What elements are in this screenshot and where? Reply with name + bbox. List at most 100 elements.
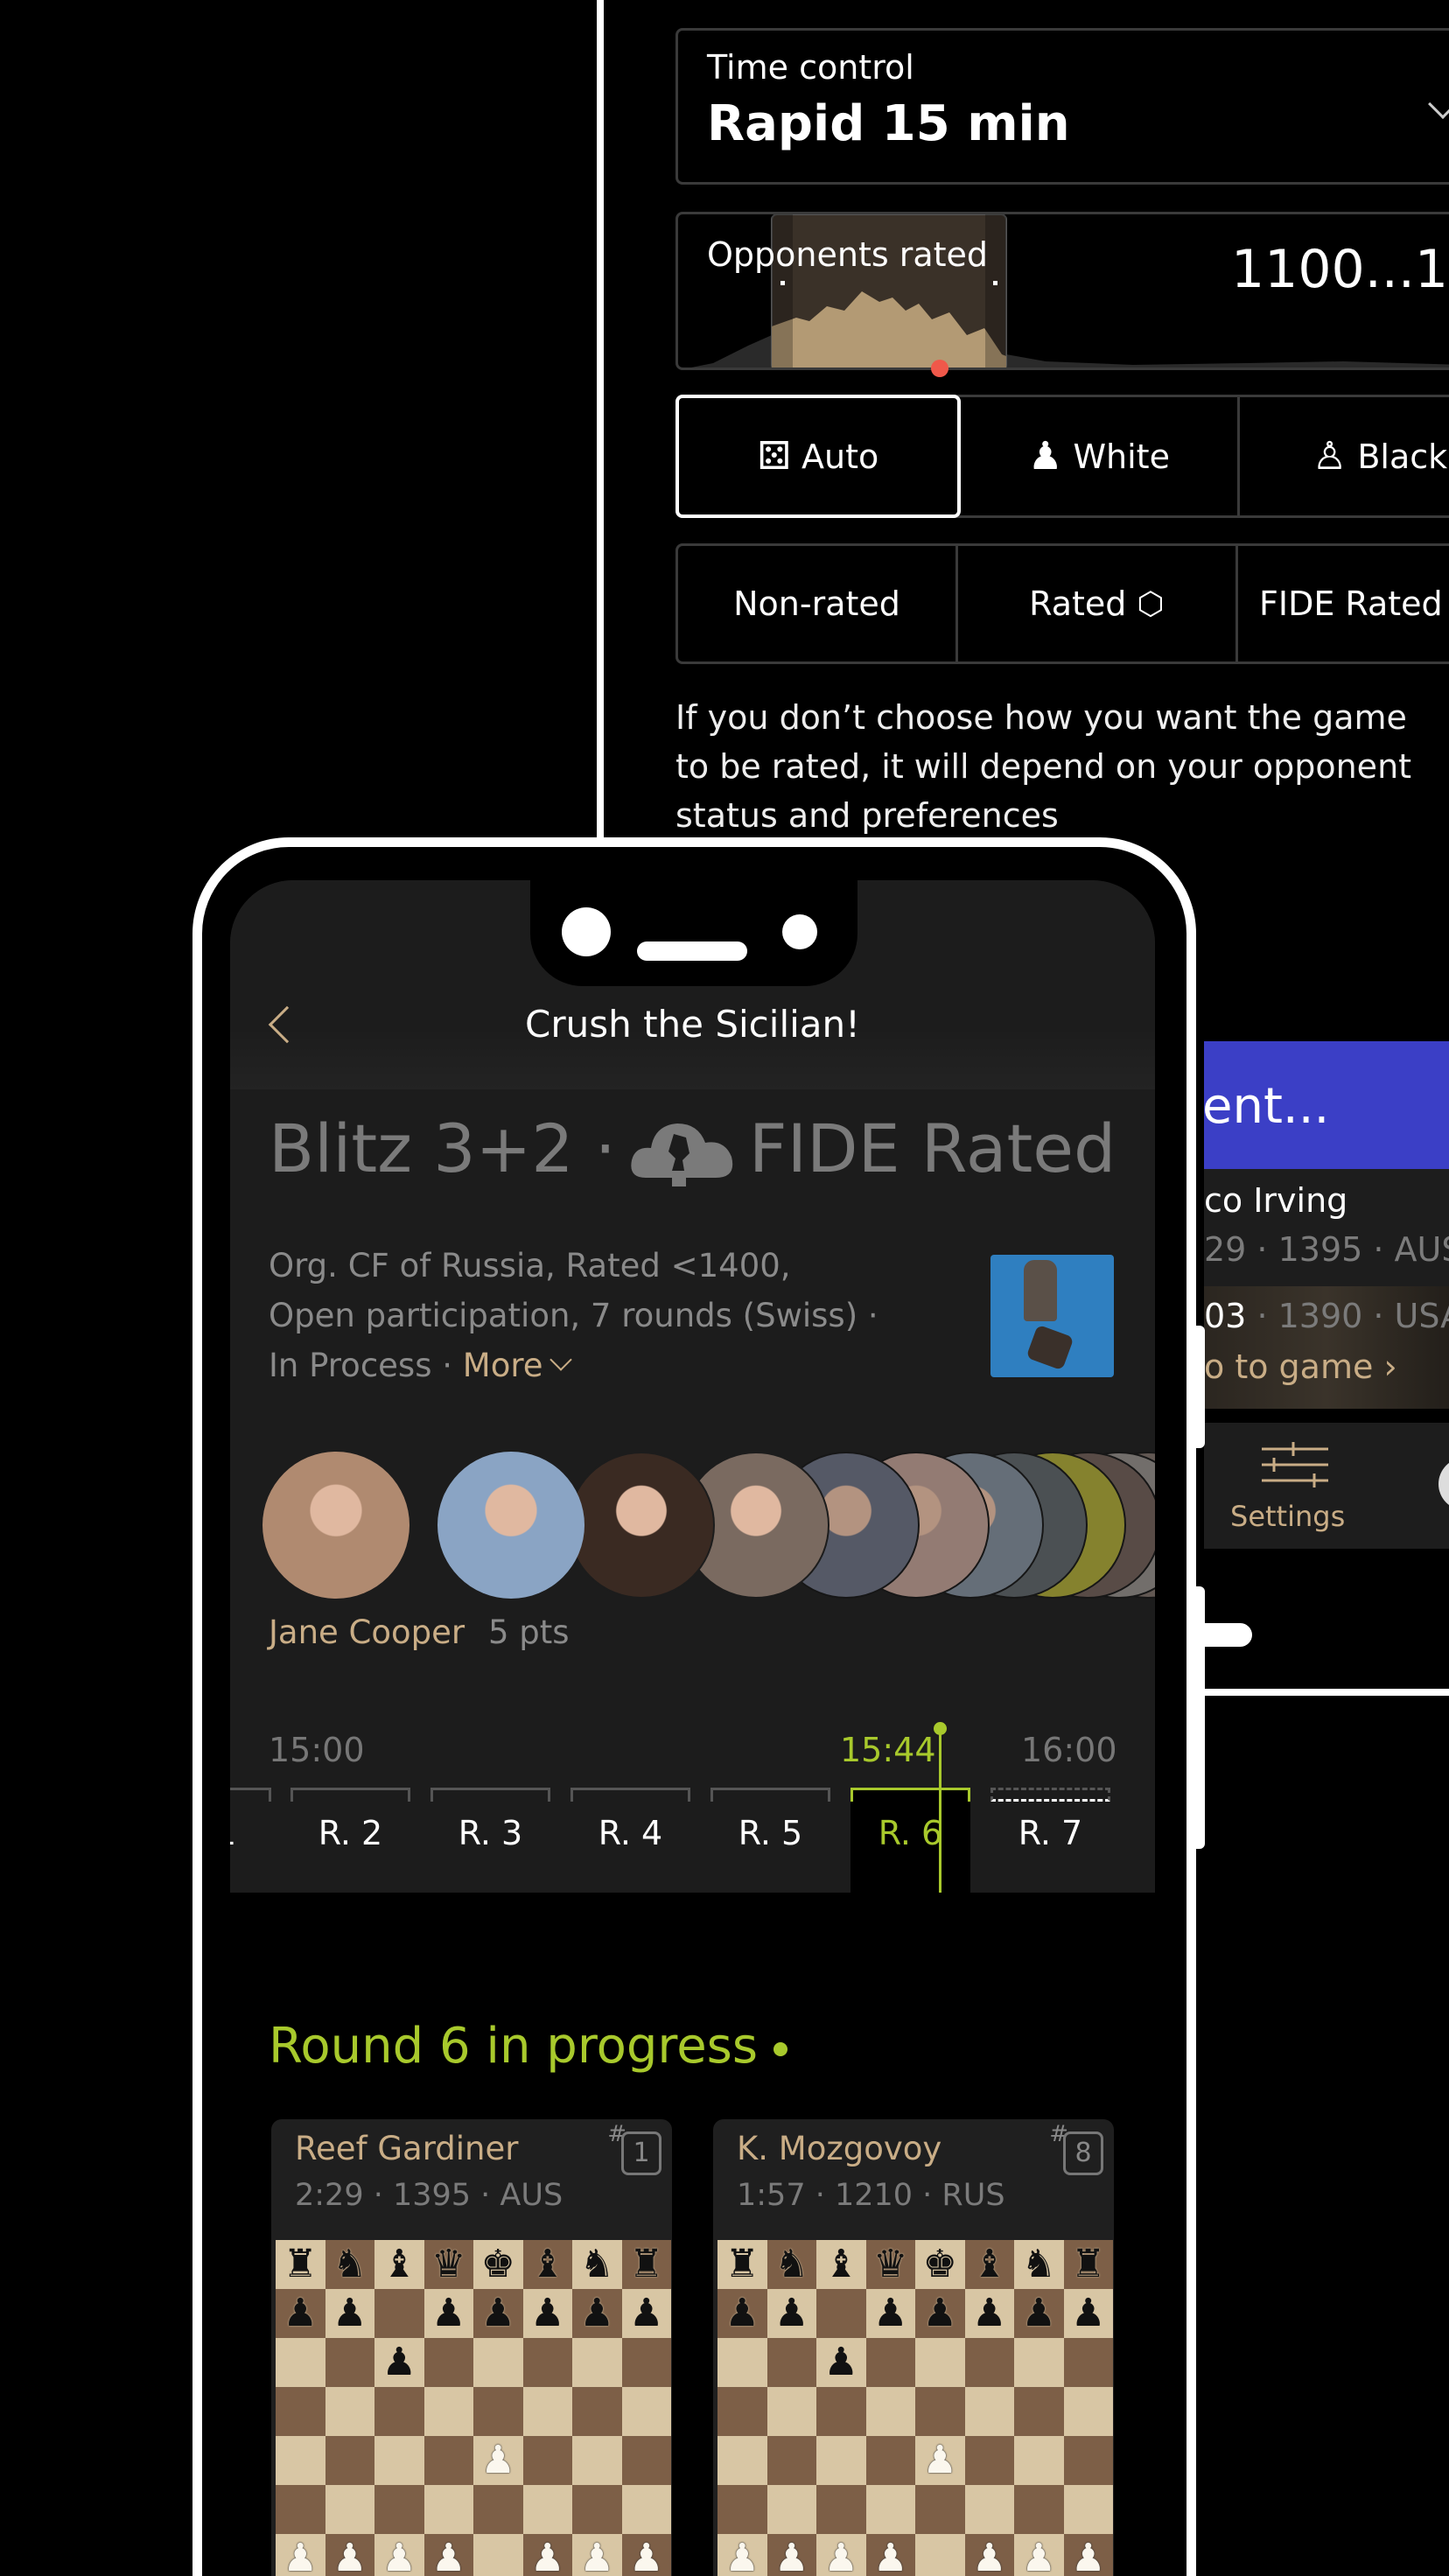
- board-square[interactable]: [572, 2485, 622, 2534]
- board-square[interactable]: ♟: [374, 2338, 424, 2387]
- more-link[interactable]: More: [463, 1347, 573, 1384]
- board-square[interactable]: [816, 2289, 866, 2338]
- board-square[interactable]: [374, 2485, 424, 2534]
- rating-option-rated[interactable]: Rated ⬡: [958, 546, 1238, 662]
- board-square[interactable]: ♛: [865, 2240, 915, 2289]
- board-square[interactable]: ♟: [915, 2289, 965, 2338]
- board-square[interactable]: ♟: [424, 2534, 473, 2576]
- board-square[interactable]: [865, 2436, 915, 2485]
- board-square[interactable]: [964, 2485, 1014, 2534]
- board-square[interactable]: [915, 2485, 965, 2534]
- board-square[interactable]: ♝: [816, 2240, 866, 2289]
- round-tab[interactable]: R. 3: [430, 1788, 550, 1893]
- opponents-rating-range[interactable]: Opponents rated 1100...1300: [676, 212, 1449, 370]
- white-pawn-icon[interactable]: ♟: [481, 2441, 515, 2480]
- board-square[interactable]: [915, 2387, 965, 2436]
- board-square[interactable]: [964, 2338, 1014, 2387]
- board-square[interactable]: [522, 2338, 572, 2387]
- participant-avatar[interactable]: [568, 1452, 715, 1599]
- black-pawn-icon[interactable]: ♟: [431, 2294, 466, 2333]
- black-pawn-icon[interactable]: ♟: [382, 2343, 416, 2382]
- black-pawn-icon[interactable]: ♟: [629, 2294, 663, 2333]
- go-to-game-link[interactable]: o to game ›: [1204, 1348, 1397, 1386]
- board-square[interactable]: [374, 2289, 424, 2338]
- board-square[interactable]: [1014, 2387, 1064, 2436]
- white-pawn-icon[interactable]: ♟: [332, 2539, 367, 2576]
- board-square[interactable]: ♚: [915, 2240, 965, 2289]
- game-card[interactable]: Reef Gardiner 2:29 · 1395 · AUS # 1 ♜ ♞ ♝ ♛ ♚…: [271, 2119, 672, 2576]
- black-knight-icon[interactable]: ♞: [580, 2245, 614, 2284]
- board-square[interactable]: ♟: [1063, 2289, 1113, 2338]
- board-square[interactable]: [621, 2387, 671, 2436]
- board-square[interactable]: [424, 2436, 473, 2485]
- chess-board[interactable]: ♜♞♝♛♚♝♞♜♟♟♟♟♟♟♟♟♟♟♟♟♟♟♟♟♜♞♝♛♚♝♞♜: [276, 2240, 671, 2576]
- board-square[interactable]: [325, 2387, 374, 2436]
- black-pawn-icon[interactable]: ♟: [923, 2294, 957, 2333]
- board-square[interactable]: [374, 2387, 424, 2436]
- white-pawn-icon[interactable]: ♟: [923, 2441, 957, 2480]
- black-pawn-icon[interactable]: ♟: [972, 2294, 1006, 2333]
- board-square[interactable]: ♟: [766, 2289, 816, 2338]
- game-row-current[interactable]: 03 · 1390 · USA o to game ›: [1204, 1286, 1449, 1409]
- board-square[interactable]: [816, 2436, 866, 2485]
- white-pawn-icon[interactable]: ♟: [725, 2539, 760, 2576]
- black-knight-icon[interactable]: ♞: [774, 2245, 808, 2284]
- board-square[interactable]: [325, 2485, 374, 2534]
- chess-board[interactable]: ♜♞♝♛♚♝♞♜♟♟♟♟♟♟♟♟♟♟♟♟♟♟♟♟♜♞♝♛♚♝♞♜: [718, 2240, 1113, 2576]
- board-square[interactable]: [766, 2436, 816, 2485]
- board-square[interactable]: ♟: [276, 2534, 326, 2576]
- board-square[interactable]: [325, 2338, 374, 2387]
- board-square[interactable]: ♟: [572, 2534, 622, 2576]
- board-square[interactable]: [865, 2485, 915, 2534]
- board-square[interactable]: [276, 2436, 326, 2485]
- board-square[interactable]: ♟: [816, 2338, 866, 2387]
- board-square[interactable]: ♟: [621, 2289, 671, 2338]
- board-square[interactable]: ♟: [473, 2289, 523, 2338]
- white-pawn-icon[interactable]: ♟: [382, 2539, 416, 2576]
- black-pawn-icon[interactable]: ♟: [824, 2343, 858, 2382]
- board-square[interactable]: [424, 2338, 473, 2387]
- board-square[interactable]: [915, 2534, 965, 2576]
- board-square[interactable]: ♜: [718, 2240, 767, 2289]
- board-square[interactable]: [766, 2338, 816, 2387]
- black-knight-icon[interactable]: ♞: [1022, 2245, 1056, 2284]
- board-square[interactable]: ♟: [718, 2534, 767, 2576]
- board-square[interactable]: [276, 2338, 326, 2387]
- board-square[interactable]: [816, 2485, 866, 2534]
- black-pawn-icon[interactable]: ♟: [332, 2294, 367, 2333]
- black-rook-icon[interactable]: ♜: [1071, 2245, 1105, 2284]
- board-square[interactable]: [473, 2338, 523, 2387]
- black-queen-icon[interactable]: ♛: [431, 2245, 466, 2284]
- board-square[interactable]: [1063, 2436, 1113, 2485]
- time-control-select[interactable]: Time control Rapid 15 min: [676, 28, 1449, 185]
- black-king-icon[interactable]: ♚: [481, 2245, 515, 2284]
- white-pawn-icon[interactable]: ♟: [530, 2539, 564, 2576]
- board-square[interactable]: [964, 2387, 1014, 2436]
- board-square[interactable]: ♟: [325, 2289, 374, 2338]
- board-square[interactable]: [718, 2436, 767, 2485]
- board-square[interactable]: [718, 2387, 767, 2436]
- board-square[interactable]: [572, 2387, 622, 2436]
- board-square[interactable]: [473, 2387, 523, 2436]
- black-queen-icon[interactable]: ♛: [873, 2245, 907, 2284]
- nav-settings[interactable]: Settings: [1230, 1423, 1353, 1549]
- white-pawn-icon[interactable]: ♟: [1022, 2539, 1056, 2576]
- board-square[interactable]: ♟: [865, 2289, 915, 2338]
- white-pawn-icon[interactable]: ♟: [873, 2539, 907, 2576]
- board-square[interactable]: ♟: [522, 2289, 572, 2338]
- white-pawn-icon[interactable]: ♟: [824, 2539, 858, 2576]
- black-pawn-icon[interactable]: ♟: [284, 2294, 318, 2333]
- board-square[interactable]: [1063, 2485, 1113, 2534]
- board-square[interactable]: [766, 2387, 816, 2436]
- black-rook-icon[interactable]: ♜: [629, 2245, 663, 2284]
- board-square[interactable]: [325, 2436, 374, 2485]
- black-rook-icon[interactable]: ♜: [725, 2245, 760, 2284]
- color-option-black[interactable]: ♙ Black: [1240, 397, 1449, 515]
- round-tab[interactable]: R. 6: [850, 1788, 970, 1893]
- board-square[interactable]: ♟: [816, 2534, 866, 2576]
- board-square[interactable]: ♟: [374, 2534, 424, 2576]
- board-square[interactable]: ♟: [915, 2436, 965, 2485]
- participant-avatar[interactable]: [262, 1452, 410, 1599]
- black-bishop-icon[interactable]: ♝: [530, 2245, 564, 2284]
- round-tab[interactable]: R. 2: [290, 1788, 410, 1893]
